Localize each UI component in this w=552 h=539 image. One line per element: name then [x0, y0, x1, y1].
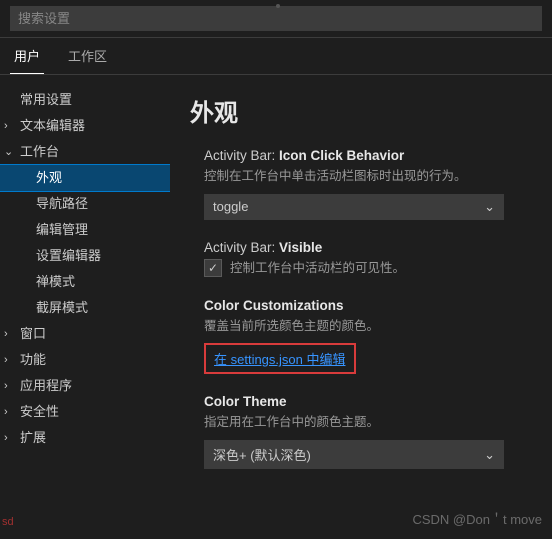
- sidebar-item-security[interactable]: ›安全性: [0, 399, 170, 425]
- sidebar-item-workbench[interactable]: ⌄工作台: [0, 139, 170, 165]
- search-input[interactable]: [10, 6, 542, 31]
- sidebar-item-breadcrumb[interactable]: 导航路径: [0, 191, 170, 217]
- chevron-right-icon: ›: [4, 350, 18, 370]
- sidebar-item-editor-mgmt[interactable]: 编辑管理: [0, 217, 170, 243]
- sidebar-item-features[interactable]: ›功能: [0, 347, 170, 373]
- sidebar-item-common[interactable]: 常用设置: [0, 87, 170, 113]
- chevron-down-icon: ⌄: [484, 199, 495, 215]
- setting-color-theme: Color Theme 指定用在工作台中的颜色主题。 深色+ (默认深色) ⌄: [190, 394, 532, 469]
- setting-color-customizations: Color Customizations 覆盖当前所选颜色主题的颜色。 在 se…: [190, 298, 532, 375]
- sidebar-item-extensions[interactable]: ›扩展: [0, 425, 170, 451]
- setting-description: 控制在工作台中单击活动栏图标时出现的行为。: [204, 167, 532, 186]
- drag-handle-dot: [276, 4, 280, 8]
- sidebar-item-appearance[interactable]: 外观: [0, 165, 170, 191]
- checkbox-activity-bar-visible[interactable]: ✓: [204, 259, 222, 277]
- sidebar-item-window[interactable]: ›窗口: [0, 321, 170, 347]
- sidebar-item-text-editor[interactable]: ›文本编辑器: [0, 113, 170, 139]
- select-color-theme[interactable]: 深色+ (默认深色) ⌄: [204, 440, 504, 469]
- setting-description: 控制工作台中活动栏的可见性。: [230, 259, 405, 278]
- chevron-down-icon: ⌄: [484, 447, 495, 463]
- sidebar-item-zen-mode[interactable]: 禅模式: [0, 269, 170, 295]
- sidebar-item-application[interactable]: ›应用程序: [0, 373, 170, 399]
- select-icon-click-behavior[interactable]: toggle ⌄: [204, 194, 504, 220]
- chevron-right-icon: ›: [4, 402, 18, 422]
- chevron-right-icon: ›: [4, 324, 18, 344]
- chevron-right-icon: ›: [4, 376, 18, 396]
- settings-content: 外观 Activity Bar: Icon Click Behavior 控制在…: [170, 75, 552, 539]
- select-value: toggle: [213, 199, 248, 214]
- setting-activity-bar-visible: Activity Bar: Visible ✓ 控制工作台中活动栏的可见性。: [190, 240, 532, 278]
- chevron-right-icon: ›: [4, 428, 18, 448]
- edit-in-settings-json-link[interactable]: 在 settings.json 中编辑: [214, 352, 346, 367]
- settings-tree: 常用设置 ›文本编辑器 ⌄工作台 外观 导航路径 编辑管理 设置编辑器 禅模式 …: [0, 75, 170, 539]
- section-heading: 外观: [190, 93, 532, 128]
- tab-workspace[interactable]: 工作区: [64, 38, 111, 74]
- scope-tabs: 用户 工作区: [0, 38, 552, 75]
- annotation-highlight: 在 settings.json 中编辑: [204, 343, 356, 374]
- setting-name-label: Color Customizations: [204, 298, 344, 313]
- setting-group-label: Activity Bar:: [204, 240, 279, 255]
- chevron-right-icon: ›: [4, 116, 18, 136]
- setting-group-label: Activity Bar:: [204, 148, 279, 163]
- chevron-down-icon: ⌄: [4, 142, 18, 162]
- check-icon: ✓: [208, 261, 218, 275]
- setting-description: 覆盖当前所选颜色主题的颜色。: [204, 317, 532, 336]
- tab-user[interactable]: 用户: [10, 38, 44, 74]
- select-value: 深色+ (默认深色): [213, 445, 311, 464]
- sidebar-item-screencast[interactable]: 截屏模式: [0, 295, 170, 321]
- sidebar-item-settings-editor[interactable]: 设置编辑器: [0, 243, 170, 269]
- setting-activity-bar-icon-click: Activity Bar: Icon Click Behavior 控制在工作台…: [190, 148, 532, 220]
- setting-name-label: Icon Click Behavior: [279, 148, 404, 163]
- setting-name-label: Visible: [279, 240, 322, 255]
- setting-name-label: Color Theme: [204, 394, 287, 409]
- setting-description: 指定用在工作台中的颜色主题。: [204, 413, 532, 432]
